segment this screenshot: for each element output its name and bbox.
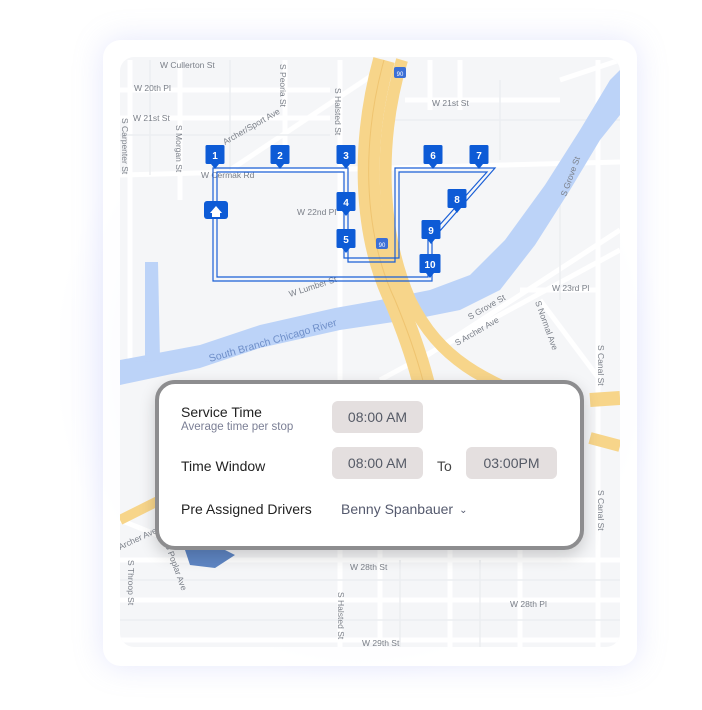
stop-marker-9[interactable]: 9 — [421, 220, 441, 244]
route-line — [212, 167, 497, 282]
svg-text:S Throop St: S Throop St — [126, 560, 136, 606]
stop-settings-panel: Service Time Average time per stop 08:00… — [155, 380, 584, 550]
drivers-dropdown[interactable]: Benny Spanbauer ⌄ — [341, 501, 467, 517]
svg-text:W Lumber St: W Lumber St — [288, 274, 339, 299]
stop-number: 9 — [428, 226, 434, 237]
svg-text:S Canal St: S Canal St — [596, 490, 606, 531]
river-slip — [145, 262, 160, 362]
stop-number: 6 — [430, 151, 436, 162]
stop-marker-8[interactable]: 8 — [447, 189, 467, 213]
time-window-from-input[interactable]: 08:00 AM — [332, 447, 423, 479]
service-time-input[interactable]: 08:00 AM — [332, 401, 423, 433]
stop-number: 1 — [212, 151, 218, 162]
drivers-label: Pre Assigned Drivers — [181, 501, 312, 517]
svg-text:W 23rd Pl: W 23rd Pl — [552, 283, 589, 293]
service-time-label: Service Time — [181, 404, 262, 420]
street-label-cullerton: W Cullerton St — [160, 60, 215, 70]
stop-number: 7 — [476, 151, 482, 162]
svg-text:W 29th St: W 29th St — [362, 638, 400, 647]
svg-text:S Canal St: S Canal St — [596, 345, 606, 386]
svg-text:S Halsted St: S Halsted St — [333, 88, 343, 136]
drivers-value: Benny Spanbauer — [341, 501, 454, 517]
stop-number: 3 — [343, 151, 349, 162]
stop-number: 2 — [277, 151, 283, 162]
svg-text:W 28th St: W 28th St — [350, 562, 388, 572]
chevron-down-icon: ⌄ — [459, 504, 468, 516]
stop-number: 5 — [343, 235, 349, 246]
svg-text:W 22nd Pl: W 22nd Pl — [297, 207, 336, 217]
time-window-to-input[interactable]: 03:00PM — [466, 447, 557, 479]
service-time-label-group: Service Time Average time per stop — [181, 404, 293, 433]
svg-text:S Carpenter St: S Carpenter St — [120, 118, 130, 175]
svg-text:S Morgan St: S Morgan St — [174, 125, 184, 173]
stop-number: 4 — [343, 198, 349, 209]
time-window-label: Time Window — [181, 458, 266, 474]
route-map[interactable]: 90 90 W Cullerton St W 20th Pl W 21st St… — [120, 57, 620, 647]
stop-marker-10[interactable]: 10 — [419, 254, 441, 278]
stop-number: 10 — [424, 260, 436, 271]
svg-text:90: 90 — [397, 72, 404, 78]
stop-marker-2[interactable]: 2 — [270, 145, 290, 169]
stop-marker-1[interactable]: 1 — [205, 145, 225, 169]
svg-text:W 21st St: W 21st St — [133, 113, 170, 123]
svg-text:W 21st St: W 21st St — [432, 98, 469, 108]
stop-number: 8 — [454, 195, 460, 206]
depot-marker[interactable] — [204, 201, 228, 219]
to-label: To — [437, 458, 452, 474]
map-canvas[interactable]: 90 90 W Cullerton St W 20th Pl W 21st St… — [120, 57, 620, 647]
svg-text:90: 90 — [379, 243, 386, 249]
service-time-sublabel: Average time per stop — [181, 421, 294, 433]
svg-text:W 20th Pl: W 20th Pl — [134, 83, 171, 93]
svg-text:S Peoria St: S Peoria St — [278, 64, 288, 108]
svg-text:S Halsted St: S Halsted St — [336, 592, 346, 640]
svg-text:W 28th Pl: W 28th Pl — [510, 599, 547, 609]
